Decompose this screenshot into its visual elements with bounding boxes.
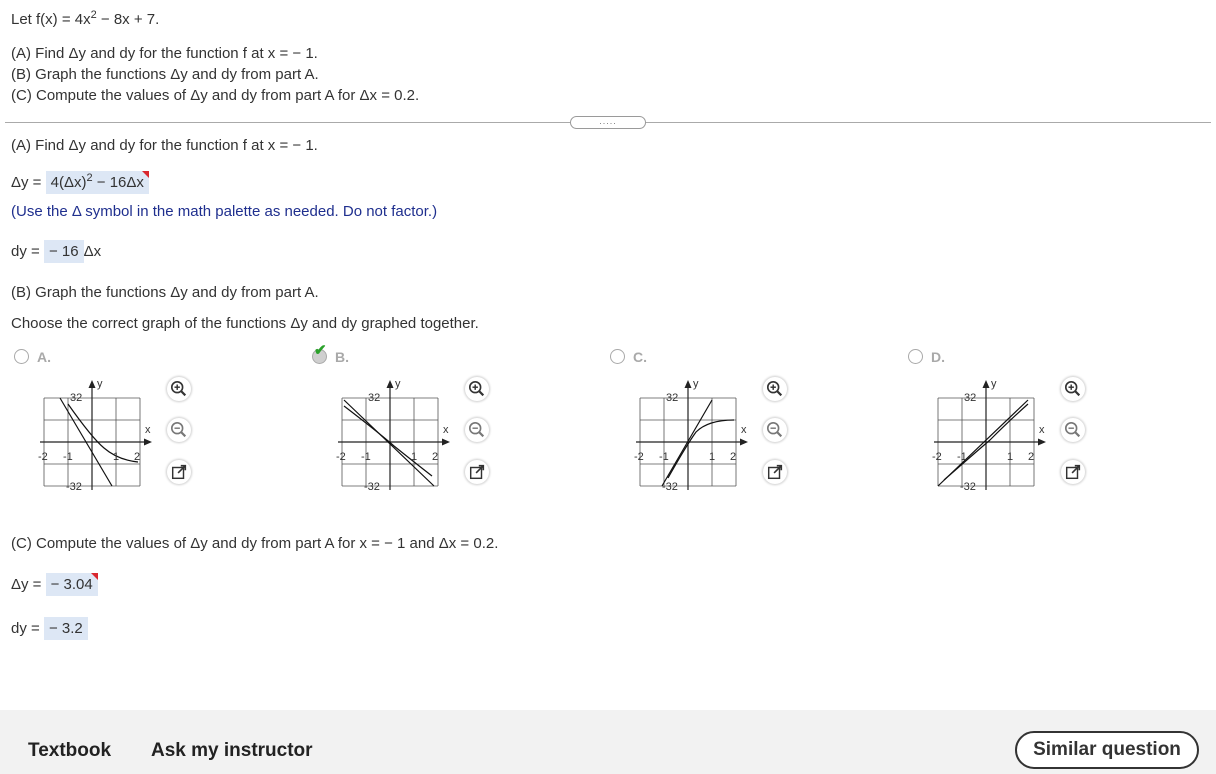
dy-label: dy = (11, 620, 40, 637)
axis-label-x: x (443, 424, 449, 436)
part-a-heading: (A) Find Δy and dy for the function f at… (11, 137, 318, 154)
new-window-button[interactable] (465, 460, 489, 484)
tick-label-x-minus1: -1 (63, 451, 73, 463)
pane-splitter-handle[interactable]: ..... (570, 116, 646, 129)
zoom-out-icon (170, 421, 187, 438)
tick-label-x-2: 2 (1028, 451, 1034, 463)
tick-label-x-minus1: -1 (361, 451, 371, 463)
tick-label-x-1: 1 (113, 451, 119, 463)
tick-label-x-1: 1 (1007, 451, 1013, 463)
axis-label-x: x (741, 424, 747, 436)
option-graph: y x 32 -32 -2 -1 1 2 (336, 378, 450, 492)
delta-y-answer-field[interactable]: 4(Δx)2 − 16Δx (45, 171, 150, 194)
new-window-icon (767, 464, 783, 480)
tick-label-x-1: 1 (709, 451, 715, 463)
ask-instructor-link[interactable]: Ask my instructor (151, 740, 313, 762)
task-b: (B) Graph the functions Δy and dy from p… (11, 66, 319, 83)
part-c-dy-row: dy = − 3.2 (11, 617, 88, 640)
tick-label-x-minus2: -2 (932, 451, 942, 463)
part-a-dy-row: dy = − 16 Δx (11, 240, 101, 263)
zoom-out-icon (1064, 421, 1081, 438)
new-window-icon (1065, 464, 1081, 480)
dy-label: dy = (11, 243, 40, 260)
part-b-instruction: Choose the correct graph of the function… (11, 315, 479, 332)
similar-question-button[interactable]: Similar question (1015, 731, 1199, 769)
tick-label-y-bottom: -32 (66, 481, 82, 492)
axis-label-y: y (97, 378, 103, 390)
task-a: (A) Find Δy and dy for the function f at… (11, 45, 318, 62)
checkmark-icon: ✔ (314, 342, 327, 359)
zoom-in-icon (1064, 380, 1081, 397)
intro-prefix: Let f(x) = 4x (11, 11, 91, 28)
tick-label-y-bottom: -32 (364, 481, 380, 492)
part-b-heading: (B) Graph the functions Δy and dy from p… (11, 284, 319, 301)
task-c: (C) Compute the values of Δy and dy from… (11, 87, 420, 104)
zoom-in-icon (468, 380, 485, 397)
intro-suffix: − 8x + 7. (96, 11, 160, 28)
textbook-link[interactable]: Textbook (28, 740, 111, 762)
new-window-button[interactable] (763, 460, 787, 484)
new-window-icon (469, 464, 485, 480)
delta-y-label: Δy = (11, 174, 42, 191)
tick-label-x-minus1: -1 (659, 451, 669, 463)
zoom-out-button[interactable] (1061, 418, 1085, 442)
option-letter: B. (335, 349, 349, 365)
tick-label-x-2: 2 (432, 451, 438, 463)
axis-label-y: y (395, 378, 401, 390)
tick-label-y-top: 32 (666, 392, 678, 404)
option-graph: y x 32 -32 -2 -1 1 2 (38, 378, 152, 492)
option-letter: C. (633, 349, 647, 365)
delta-y-label: Δy = (11, 576, 42, 593)
axis-label-x: x (1039, 424, 1045, 436)
zoom-in-icon (766, 380, 783, 397)
zoom-out-icon (766, 421, 783, 438)
tick-label-x-2: 2 (730, 451, 736, 463)
new-window-button[interactable] (167, 460, 191, 484)
new-window-button[interactable] (1061, 460, 1085, 484)
tick-label-x-2: 2 (134, 451, 140, 463)
part-a-delta-y-row: Δy = 4(Δx)2 − 16Δx (11, 171, 150, 194)
tick-label-y-top: 32 (368, 392, 380, 404)
zoom-in-button[interactable] (465, 377, 489, 401)
part-c-heading: (C) Compute the values of Δy and dy from… (11, 535, 499, 552)
tick-label-x-minus2: -2 (38, 451, 48, 463)
new-window-icon (171, 464, 187, 480)
zoom-out-button[interactable] (763, 418, 787, 442)
tick-label-y-bottom: -32 (662, 481, 678, 492)
tick-label-x-1: 1 (411, 451, 417, 463)
option-letter: A. (37, 349, 51, 365)
zoom-out-button[interactable] (465, 418, 489, 442)
tick-label-x-minus2: -2 (336, 451, 346, 463)
axis-label-y: y (693, 378, 699, 390)
zoom-in-button[interactable] (763, 377, 787, 401)
tick-label-y-bottom: -32 (960, 481, 976, 492)
zoom-in-icon (170, 380, 187, 397)
zoom-in-button[interactable] (167, 377, 191, 401)
delta-y-answer-suffix: − 16Δx (92, 174, 144, 191)
tick-label-x-minus2: -2 (634, 451, 644, 463)
delta-y-answer-prefix: 4(Δx) (50, 174, 87, 191)
delta-y-value-field[interactable]: − 3.04 (45, 573, 98, 596)
option-radio[interactable] (908, 349, 923, 364)
axis-label-x: x (145, 424, 151, 436)
tick-label-x-minus1: -1 (957, 451, 967, 463)
dy-value-field[interactable]: − 3.2 (43, 617, 88, 640)
tick-label-y-top: 32 (70, 392, 82, 404)
axis-label-y: y (991, 378, 997, 390)
tick-label-y-top: 32 (964, 392, 976, 404)
part-c-delta-y-row: Δy = − 3.04 (11, 573, 98, 596)
option-radio[interactable] (14, 349, 29, 364)
option-graph: y x 32 -32 -2 -1 1 2 (634, 378, 748, 492)
dy-answer-field[interactable]: − 16 (43, 240, 84, 263)
option-graph: y x 32 -32 -2 -1 1 2 (932, 378, 1046, 492)
option-radio[interactable] (610, 349, 625, 364)
option-letter: D. (931, 349, 945, 365)
dy-unit: Δx (83, 243, 102, 260)
zoom-in-button[interactable] (1061, 377, 1085, 401)
zoom-out-icon (468, 421, 485, 438)
problem-intro: Let f(x) = 4x2 − 8x + 7. (11, 10, 160, 29)
math-palette-hint: (Use the Δ symbol in the math palette as… (11, 203, 438, 220)
zoom-out-button[interactable] (167, 418, 191, 442)
